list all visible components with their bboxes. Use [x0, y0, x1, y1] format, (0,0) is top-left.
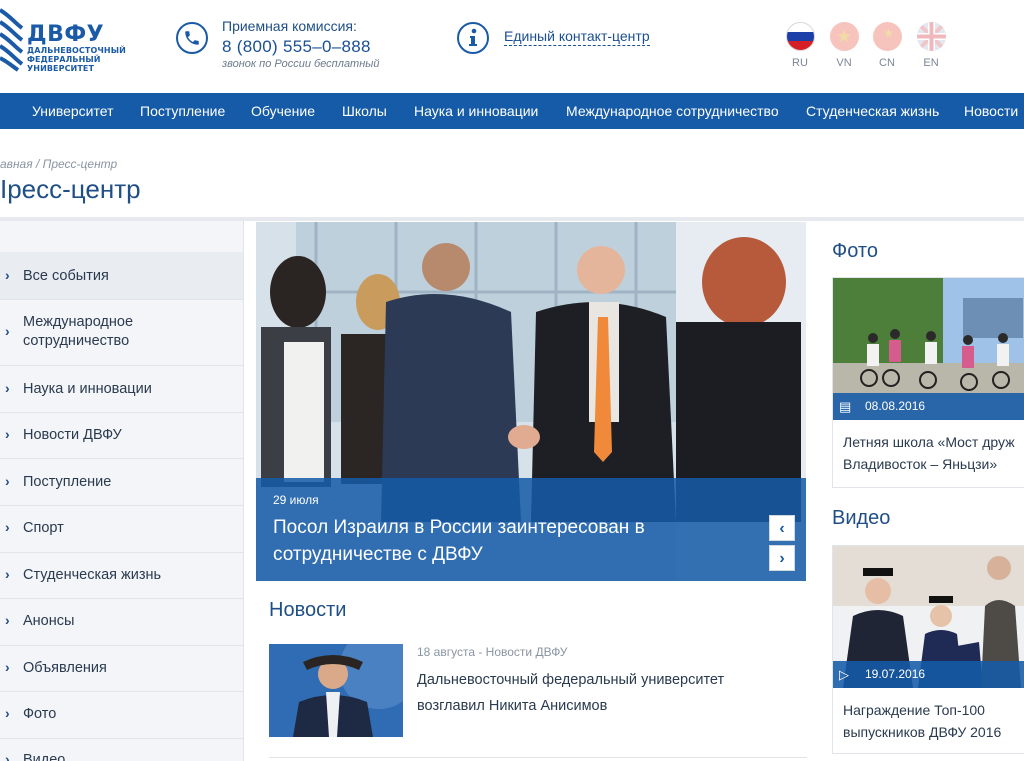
photo-title[interactable]: Летняя школа «Мост друж Владивосток – Ян… [843, 431, 1024, 475]
divider [269, 757, 807, 758]
chevron-right-icon: › [5, 519, 10, 535]
video-bar: ▷ 19.07.2016 [833, 661, 1024, 688]
logo-line: ФЕДЕРАЛЬНЫЙ [27, 55, 101, 64]
page-title: Iресс-центр [0, 174, 141, 204]
chevron-right-icon: › [5, 566, 10, 582]
lang-vn[interactable]: ★ VN [828, 22, 860, 69]
admissions-title: Приемная комиссия: [222, 18, 357, 34]
sidebar-item-label: Видео [23, 752, 66, 761]
chevron-right-icon[interactable]: › [769, 545, 795, 571]
breadcrumb: авная / Пресс-центр [0, 157, 117, 171]
sidebar-item-label: Международное сотрудничество [23, 314, 134, 349]
logo-line: УНИВЕРСИТЕТ [27, 64, 95, 73]
sidebar-item-label: Студенческая жизнь [23, 567, 162, 583]
vietnam-flag-icon: ★ [829, 22, 859, 51]
video-card[interactable]: ▷ 19.07.2016 Награждение Топ-100 выпускн… [832, 545, 1024, 754]
sidebar-item-label: Все события [23, 268, 109, 284]
sidebar-item-label: Объявления [23, 660, 107, 676]
news-heading[interactable]: Новости [269, 599, 346, 622]
nav-item-education[interactable]: Обучение [251, 93, 315, 129]
sidebar-item-label: Новости ДВФУ [23, 427, 122, 443]
hero-slider[interactable]: 29 июля Посол Израиля в России заинтерес… [256, 222, 806, 581]
phone-icon [176, 22, 208, 54]
sidebar-item-label: Наука и инновации [23, 381, 152, 397]
photo-date: 08.08.2016 [865, 399, 926, 413]
lang-code: RU [792, 57, 808, 69]
nav-item-schools[interactable]: Школы [342, 93, 387, 129]
sidebar-item-admission[interactable]: › Поступление [0, 459, 243, 506]
nav-item-admission[interactable]: Поступление [140, 93, 225, 129]
sidebar-item-label: Анонсы [23, 613, 75, 629]
admissions-phone[interactable]: 8 (800) 555–0–888 [222, 37, 371, 57]
news-meta: 18 августа - Новости ДВФУ [417, 645, 568, 659]
breadcrumb-home[interactable]: авная [0, 157, 33, 171]
nav-item-international[interactable]: Международное сотрудничество [566, 93, 779, 129]
lang-cn[interactable]: ★ CN [871, 22, 903, 69]
photo-card[interactable]: ▤ 08.08.2016 Летняя школа «Мост друж Вла… [832, 277, 1024, 488]
hero-title[interactable]: Посол Израиля в России заинтересован в с… [273, 514, 743, 568]
gallery-icon: ▤ [839, 399, 852, 414]
lang-code: VN [836, 57, 852, 69]
news-thumbnail[interactable] [269, 644, 403, 737]
sidebar-item-photo[interactable]: › Фото [0, 692, 243, 739]
chevron-right-icon: › [5, 267, 10, 283]
video-heading[interactable]: Видео [832, 507, 890, 530]
sidebar-item-label: Поступление [23, 474, 112, 490]
breadcrumb-current: Пресс-центр [42, 157, 118, 171]
logo[interactable]: ДВФУ ДАЛЬНЕВОСТОЧНЫЙ ФЕДЕРАЛЬНЫЙ УНИВЕРС… [27, 22, 126, 74]
photo-bar: ▤ 08.08.2016 [833, 393, 1024, 420]
chevron-right-icon: › [5, 659, 10, 675]
breadcrumb-separator: / [32, 157, 43, 171]
uk-flag-icon [916, 22, 946, 51]
main-nav: Университет Поступление Обучение Школы Н… [0, 93, 1024, 129]
chevron-right-icon: › [5, 705, 10, 721]
nav-item-science[interactable]: Наука и инновации [414, 93, 538, 129]
logo-line: ДАЛЬНЕВОСТОЧНЫЙ [27, 46, 126, 55]
photo-title-line: Летняя школа «Мост друж [843, 434, 1015, 450]
news-title[interactable]: Дальневосточный федеральный университет … [417, 667, 777, 719]
sidebar-item-notices[interactable]: › Объявления [0, 646, 243, 692]
nav-item-news[interactable]: Новости [964, 93, 1018, 129]
nav-item-student-life[interactable]: Студенческая жизнь [806, 93, 939, 129]
sidebar-item-news[interactable]: › Новости ДВФУ [0, 413, 243, 459]
russia-flag-icon [785, 22, 815, 51]
sidebar-item-sport[interactable]: › Спорт [0, 506, 243, 553]
chevron-right-icon: › [5, 473, 10, 489]
logo-abbr: ДВФУ [27, 22, 105, 47]
china-flag-icon: ★ [872, 22, 902, 51]
sidebar-item-student-life[interactable]: › Студенческая жизнь [0, 553, 243, 599]
nav-item-university[interactable]: Университет [32, 93, 113, 129]
photo-heading[interactable]: Фото [832, 240, 878, 263]
video-title[interactable]: Награждение Топ-100 выпускников ДВФУ 201… [843, 699, 1024, 743]
lang-code: CN [879, 57, 895, 69]
chevron-right-icon: › [5, 426, 10, 442]
hero-caption[interactable]: 29 июля Посол Израиля в России заинтерес… [256, 478, 806, 581]
contact-center-link[interactable]: Единый контакт-центр [504, 28, 650, 46]
info-icon[interactable] [457, 22, 489, 54]
sidebar-item-announcements[interactable]: › Анонсы [0, 599, 243, 646]
lang-en[interactable]: EN [915, 22, 947, 69]
logo-mark-icon[interactable] [0, 2, 26, 72]
sidebar-item-all-events[interactable]: › Все события [0, 252, 243, 300]
sidebar-item-label: Спорт [23, 520, 64, 536]
play-icon: ▷ [839, 667, 849, 682]
hero-date: 29 июля [273, 493, 319, 507]
video-title-line: выпускников ДВФУ 2016 [843, 724, 1002, 740]
sidebar-item-label: Фото [23, 706, 57, 722]
chevron-right-icon: › [5, 751, 10, 761]
sidebar-item-science[interactable]: › Наука и инновации [0, 366, 243, 413]
chevron-right-icon: › [5, 612, 10, 628]
chevron-right-icon: › [5, 380, 10, 396]
chevron-right-icon: › [5, 323, 10, 339]
chevron-left-icon[interactable]: ‹ [769, 515, 795, 541]
admissions-note: звонок по России бесплатный [222, 58, 380, 70]
photo-title-line: Владивосток – Яньцзи» [843, 456, 998, 472]
video-title-line: Награждение Топ-100 [843, 702, 985, 718]
video-date: 19.07.2016 [865, 667, 926, 681]
sidebar-item-video[interactable]: › Видео [0, 739, 243, 761]
sidebar-item-international[interactable]: › Международное сотрудничество [0, 300, 243, 366]
lang-code: EN [923, 57, 939, 69]
lang-ru[interactable]: RU [784, 22, 816, 69]
